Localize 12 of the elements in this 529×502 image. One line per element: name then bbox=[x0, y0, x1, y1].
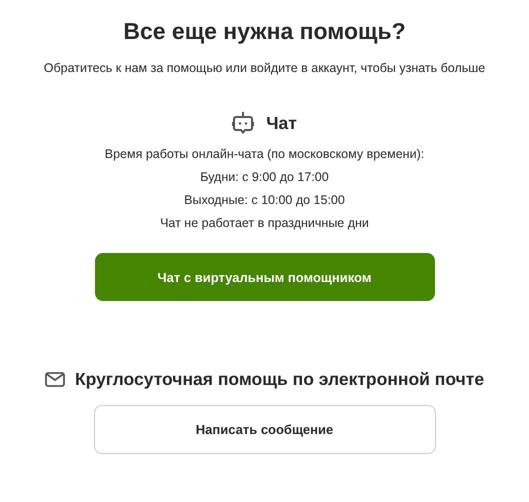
virtual-assistant-button[interactable]: Чат с виртуальным помощником bbox=[94, 253, 434, 301]
mail-icon bbox=[44, 372, 65, 386]
email-heading: Круглосуточная помощь по электронной почте bbox=[74, 368, 484, 391]
hours-text: Чат не работает в праздничные дни bbox=[160, 215, 369, 232]
page-title: Все еще нужна помощь? bbox=[123, 17, 406, 46]
robot-icon bbox=[232, 111, 254, 135]
chat-heading: Чат bbox=[266, 112, 297, 135]
hours-text: Время работы онлайн-чата (по московскому времени): bbox=[104, 146, 424, 163]
hours-text: Будни: с 9:00 до 17:00 bbox=[200, 169, 329, 186]
subtitle: Обратитесь к нам за помощью или войдите в аккаунт, чтобы узнать больше bbox=[44, 60, 486, 77]
write-message-button[interactable]: Написать сообщение bbox=[94, 405, 436, 454]
hours-text: Выходные: с 10:00 до 15:00 bbox=[184, 192, 345, 209]
